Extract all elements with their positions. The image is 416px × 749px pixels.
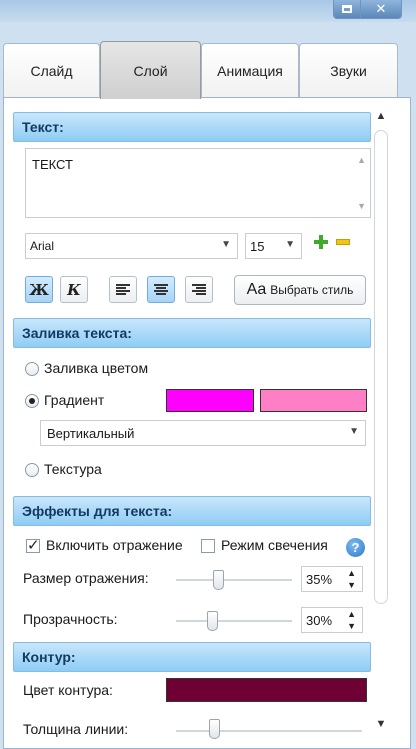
transparency-slider-track[interactable] (176, 620, 292, 622)
align-right-icon (192, 283, 206, 296)
glow-checkbox[interactable] (201, 539, 215, 553)
contour-color-swatch[interactable] (166, 678, 367, 702)
reflection-size-spinner[interactable]: 35% ▲ ▼ (301, 566, 363, 592)
maximize-button[interactable] (334, 0, 361, 18)
spin-down-icon[interactable]: ▼ (347, 621, 356, 631)
textarea-scroll-up-icon[interactable]: ▲ (357, 155, 366, 165)
gradient-radio[interactable] (25, 394, 39, 408)
chevron-down-icon: ▼ (285, 239, 295, 250)
tab-sounds[interactable]: Звуки (299, 43, 398, 98)
align-left-icon (116, 283, 130, 296)
transparency-spinner[interactable]: 30% ▲ ▼ (301, 607, 363, 633)
chevron-down-icon: ▼ (349, 426, 359, 437)
tab-bar: Слайд Слой Анимация Звуки (0, 41, 416, 99)
line-width-slider-handle[interactable] (209, 719, 220, 739)
spin-up-icon[interactable]: ▲ (347, 609, 356, 619)
close-button[interactable]: ✕ (361, 0, 401, 18)
increase-size-icon[interactable] (314, 235, 328, 249)
choose-style-button[interactable]: Aa Выбрать стиль (234, 275, 366, 305)
tab-layer[interactable]: Слой (100, 41, 201, 99)
font-style-icon: Aa (246, 281, 267, 298)
align-right-button[interactable] (185, 276, 213, 303)
line-width-slider-track[interactable] (176, 730, 362, 732)
help-icon[interactable]: ? (346, 538, 365, 557)
textarea-scroll-down-icon[interactable]: ▼ (357, 201, 366, 211)
glow-label: Режим свечения (221, 537, 328, 553)
section-header-contour: Контур: (13, 642, 371, 672)
maximize-icon (342, 5, 352, 13)
reflection-size-slider-track[interactable] (176, 579, 292, 581)
close-icon: ✕ (375, 1, 387, 16)
scrollbar-thumb[interactable] (374, 130, 388, 604)
reflection-size-slider-handle[interactable] (213, 570, 224, 590)
contour-color-label: Цвет контура: (23, 682, 113, 698)
gradient-direction-select[interactable]: Вертикальный ▼ (40, 420, 366, 446)
scroll-up-arrow[interactable]: ▲ (372, 110, 390, 126)
reflection-label: Включить отражение (46, 537, 183, 553)
tab-slide[interactable]: Слайд (3, 43, 100, 98)
line-width-label: Толщина линии: (23, 721, 129, 737)
transparency-label: Прозрачность: (23, 611, 118, 627)
layer-panel: ▲ ▼ Текст: ТЕКСТ ▲ ▼ Arial ▼ 15 ▼ Ж К Aa… (3, 97, 411, 749)
spin-up-icon[interactable]: ▲ (347, 568, 356, 578)
text-input-value: ТЕКСТ (32, 157, 73, 172)
italic-button[interactable]: К (60, 276, 88, 303)
tab-animation[interactable]: Анимация (201, 43, 299, 98)
gradient-color-2-swatch[interactable] (260, 389, 367, 412)
scroll-down-arrow[interactable]: ▼ (372, 718, 390, 734)
chevron-down-icon: ▼ (221, 239, 231, 250)
font-family-select[interactable]: Arial ▼ (25, 233, 238, 259)
text-input[interactable]: ТЕКСТ ▲ ▼ (25, 148, 371, 218)
bold-button[interactable]: Ж (25, 276, 53, 303)
align-center-button[interactable] (147, 276, 175, 303)
align-left-button[interactable] (109, 276, 137, 303)
reflection-checkbox[interactable] (26, 536, 40, 554)
section-header-text: Текст: (13, 112, 371, 142)
decrease-size-icon[interactable] (336, 239, 350, 245)
window-buttons: ✕ (333, 0, 402, 19)
color-fill-radio[interactable] (25, 362, 39, 376)
section-header-effects: Эффекты для текста: (13, 496, 371, 526)
transparency-slider-handle[interactable] (207, 611, 218, 631)
title-bar: ✕ (0, 0, 416, 22)
texture-radio[interactable] (25, 463, 39, 477)
reflection-size-label: Размер отражения: (23, 570, 149, 586)
gradient-label: Градиент (44, 392, 105, 408)
spin-down-icon[interactable]: ▼ (347, 580, 356, 590)
color-fill-label: Заливка цветом (44, 360, 149, 376)
texture-label: Текстура (44, 461, 102, 477)
gradient-color-1-swatch[interactable] (166, 389, 254, 412)
align-center-icon (154, 283, 168, 296)
font-size-select[interactable]: 15 ▼ (245, 233, 302, 259)
section-header-fill: Заливка текста: (13, 318, 371, 348)
